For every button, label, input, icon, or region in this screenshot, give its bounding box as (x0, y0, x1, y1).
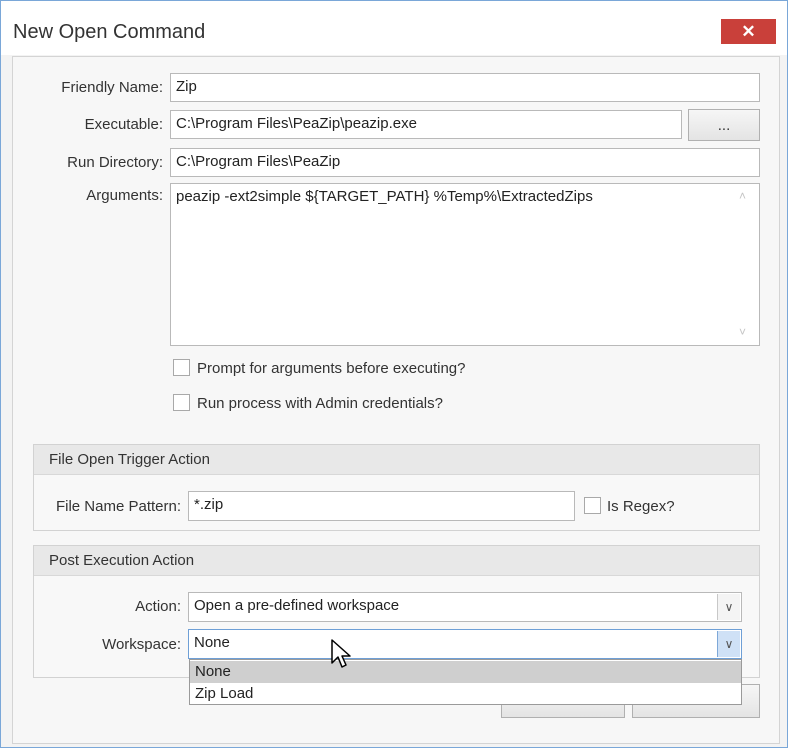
dropdown-option-label: None (195, 663, 231, 680)
admin-credentials-checkbox[interactable] (173, 394, 190, 411)
is-regex-label: Is Regex? (607, 498, 675, 515)
run-directory-label: Run Directory: (67, 154, 163, 171)
action-combobox[interactable]: Open a pre-defined workspace ∨ (188, 592, 742, 622)
file-name-pattern-input[interactable]: *.zip (188, 491, 575, 521)
post-execution-header: Post Execution Action (34, 546, 759, 576)
prompt-arguments-checkbox[interactable] (173, 359, 190, 376)
friendly-name-label: Friendly Name: (61, 79, 163, 96)
browse-button[interactable]: ... (688, 109, 760, 141)
admin-credentials-label: Run process with Admin credentials? (197, 395, 443, 412)
chevron-down-icon[interactable]: ∨ (717, 631, 740, 657)
executable-label: Executable: (84, 116, 163, 133)
workspace-combobox-value: None (194, 634, 230, 651)
close-button[interactable]: ✕ (721, 19, 776, 44)
workspace-combobox[interactable]: None ∨ (188, 629, 742, 659)
workspace-label: Workspace: (102, 636, 181, 653)
file-open-trigger-header: File Open Trigger Action (34, 445, 759, 475)
browse-button-label: ... (717, 116, 731, 134)
action-combobox-value: Open a pre-defined workspace (194, 597, 400, 614)
dialog-window: New Open Command ✕ Friendly Name: Zip Ex… (0, 0, 788, 748)
file-name-pattern-label: File Name Pattern: (55, 498, 181, 515)
arguments-textarea[interactable]: peazip -ext2simple ${TARGET_PATH} %Temp%… (170, 183, 760, 346)
chevron-down-icon[interactable]: ˅ (739, 325, 746, 339)
prompt-arguments-label: Prompt for arguments before executing? (197, 360, 466, 377)
workspace-dropdown-list: None Zip Load (189, 659, 742, 705)
title-bar: New Open Command ✕ (1, 1, 787, 55)
window-title: New Open Command (13, 21, 206, 43)
action-label: Action: (135, 598, 181, 615)
arguments-label: Arguments: (86, 187, 163, 204)
friendly-name-input[interactable]: Zip (170, 73, 760, 102)
dropdown-option-zip-load[interactable]: Zip Load (190, 683, 741, 705)
chevron-down-icon[interactable]: ∨ (717, 594, 740, 620)
run-directory-input[interactable]: C:\Program Files\PeaZip (170, 148, 760, 177)
mouse-pointer-icon (331, 639, 351, 668)
dropdown-option-none[interactable]: None (190, 661, 741, 683)
arguments-text: peazip -ext2simple ${TARGET_PATH} %Temp%… (176, 188, 593, 205)
executable-input[interactable]: C:\Program Files\PeaZip\peazip.exe (170, 110, 682, 139)
chevron-up-icon[interactable]: ˄ (739, 189, 746, 203)
close-icon: ✕ (741, 21, 756, 41)
is-regex-checkbox[interactable] (584, 497, 601, 514)
dropdown-option-label: Zip Load (195, 685, 254, 702)
